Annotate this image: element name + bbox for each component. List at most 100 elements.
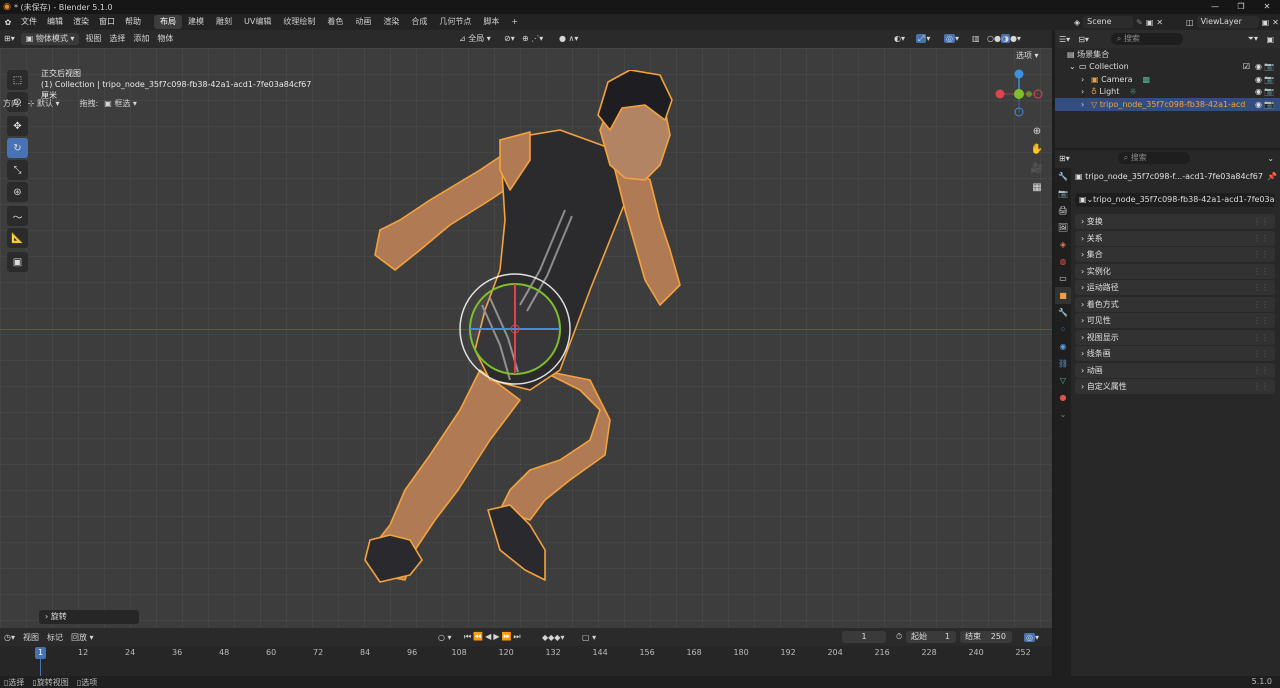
scene-tab-icon[interactable]: ◈ xyxy=(1055,236,1071,253)
navigation-gizmo[interactable] xyxy=(992,68,1048,118)
panel-line-art[interactable]: › 线条画 ⋮⋮ xyxy=(1075,346,1275,361)
timeline-editor-icon[interactable]: ◷▾ xyxy=(0,633,19,642)
tab-scripting[interactable]: 脚本 xyxy=(477,15,505,29)
physics-tab-icon[interactable]: ◉ xyxy=(1055,338,1071,355)
tab-geometry-nodes[interactable]: 几何节点 xyxy=(433,15,477,29)
visibility-icon[interactable]: ◐▾ xyxy=(890,32,909,46)
eye-icon[interactable]: ◉ xyxy=(1255,62,1262,71)
tab-layout[interactable]: 布局 xyxy=(154,15,182,29)
tab-texture-paint[interactable]: 纹理绘制 xyxy=(277,15,321,29)
timeline-menu-marker[interactable]: 标记 xyxy=(43,632,67,643)
panel-viewport-display[interactable]: › 视图显示 ⋮⋮ xyxy=(1075,329,1275,345)
object-tab-icon[interactable]: ■ xyxy=(1055,287,1071,304)
preview-range-icon[interactable]: ⏱ xyxy=(892,632,906,642)
expand-icon[interactable]: › xyxy=(1081,100,1091,109)
render-camera-icon[interactable]: 📷 xyxy=(1264,100,1274,109)
outliner-row-camera[interactable]: › ▣ Camera ▩ ◉ 📷 xyxy=(1055,73,1280,86)
blender-menu-icon[interactable]: ✿ xyxy=(0,18,16,27)
collection-checkbox[interactable]: ☑ xyxy=(1243,62,1250,71)
eye-icon[interactable]: ◉ xyxy=(1255,87,1262,96)
drag-handle-icon[interactable]: ⋮⋮ xyxy=(1253,313,1269,328)
drag-handle-icon[interactable]: ⋮⋮ xyxy=(1253,214,1269,229)
outliner-row-mesh[interactable]: › ▽ tripo_node_35f7c098-fb38-42a1-acd ◉ 📷 xyxy=(1055,98,1280,111)
proportional-edit-icon[interactable]: ● ∧▾ xyxy=(555,32,582,46)
keying-set-icon[interactable]: ▢ ▾ xyxy=(578,633,600,642)
tab-modeling[interactable]: 建模 xyxy=(182,15,210,29)
outliner-editor-icon[interactable]: ☰▾ xyxy=(1055,35,1074,44)
transform-tool-icon[interactable]: ⊛ xyxy=(7,182,28,202)
tab-sculpting[interactable]: 雕刻 xyxy=(210,15,238,29)
properties-editor-icon[interactable]: ⊞▾ xyxy=(1055,154,1074,163)
autokey-icon[interactable]: ○ ▾ xyxy=(434,633,456,642)
outliner-row-light[interactable]: › ♁ Light ☼ ◉ 📷 xyxy=(1055,86,1280,99)
particles-tab-icon[interactable]: ⁘ xyxy=(1055,321,1071,338)
viewlayer-name[interactable]: ViewLayer xyxy=(1196,16,1259,28)
minimize-button[interactable]: — xyxy=(1202,0,1228,14)
add-cube-tool-icon[interactable]: ▣ xyxy=(7,252,28,272)
rotate-gizmo[interactable] xyxy=(455,272,575,392)
shading-modes[interactable]: ○●◑●▾ xyxy=(983,32,1025,46)
render-camera-icon[interactable]: 📷 xyxy=(1264,62,1274,71)
properties-options-icon[interactable]: ⌄ xyxy=(1267,154,1274,163)
annotate-tool-icon[interactable]: 〜 xyxy=(7,206,28,226)
menu-file[interactable]: 文件 xyxy=(16,14,42,30)
menu-view[interactable]: 视图 xyxy=(81,32,105,46)
outliner-scene-collection[interactable]: ▤ 场景集合 xyxy=(1055,48,1280,61)
render-camera-icon[interactable]: 📷 xyxy=(1264,87,1274,96)
panel-collections[interactable]: › 集合 ⋮⋮ xyxy=(1075,247,1275,262)
drag-handle-icon[interactable]: ⋮⋮ xyxy=(1253,264,1269,279)
expand-icon[interactable]: › xyxy=(1081,87,1091,96)
panel-instancing[interactable]: › 实例化 ⋮⋮ xyxy=(1075,263,1275,279)
outliner-row-collection[interactable]: ⌄ ▭ Collection ☑ ◉ 📷 xyxy=(1055,61,1280,74)
last-operator-panel[interactable]: › 旋转 xyxy=(39,610,139,624)
collection-tab-icon[interactable]: ▭ xyxy=(1055,270,1071,287)
pivot-icon[interactable]: ⊘▾ xyxy=(500,32,519,46)
eye-icon[interactable]: ◉ xyxy=(1255,100,1262,109)
drag-handle-icon[interactable]: ⋮⋮ xyxy=(1253,231,1269,246)
3d-viewport[interactable]: 方向: ⊹ 默认 ▾ 拖拽: ▣ 框选 ▾ 选项 ▾ 正交后视图 (1) Col… xyxy=(0,48,1052,628)
menu-select[interactable]: 选择 xyxy=(105,32,129,46)
tab-animation[interactable]: 动画 xyxy=(349,15,377,29)
panel-transform[interactable]: › 变换 ⋮⋮ xyxy=(1075,214,1275,229)
display-mode-icon[interactable]: ⊟▾ xyxy=(1074,35,1093,44)
panel-animation[interactable]: › 动画 ⋮⋮ xyxy=(1075,362,1275,378)
pan-hand-icon[interactable]: ✋ xyxy=(1029,141,1045,157)
camera-view-icon[interactable]: 🎥 xyxy=(1029,160,1045,176)
drag-handle-icon[interactable]: ⋮⋮ xyxy=(1253,297,1269,312)
timeline-menu-view[interactable]: 视图 xyxy=(19,632,43,643)
panel-custom-properties[interactable]: › 自定义属性 ⋮⋮ xyxy=(1075,379,1275,394)
playback-controls[interactable]: ⏮⏪◀▶⏩⏭ xyxy=(460,632,527,642)
mode-dropdown[interactable]: ▣ 物体模式 ▾ xyxy=(20,33,80,45)
menu-object[interactable]: 物体 xyxy=(153,32,177,46)
expand-icon[interactable]: › xyxy=(1081,75,1091,84)
perspective-grid-icon[interactable]: ▦ xyxy=(1029,179,1045,195)
camera-data-icon[interactable]: ▩ xyxy=(1143,75,1151,84)
pin-icon[interactable]: 📌 xyxy=(1267,172,1277,181)
view-layer-tab-icon[interactable]: 🖼 xyxy=(1055,219,1071,236)
current-frame-field[interactable]: 1 xyxy=(842,631,886,643)
viewlayer-selector[interactable]: ◫ ViewLayer ▣ ✕ xyxy=(1186,15,1279,29)
light-data-icon[interactable]: ☼ xyxy=(1129,87,1136,96)
maximize-button[interactable]: ❐ xyxy=(1228,0,1254,14)
menu-window[interactable]: 窗口 xyxy=(94,14,120,30)
options-dropdown[interactable]: 选项 ▾ xyxy=(1016,50,1039,61)
new-collection-icon[interactable]: ▣ xyxy=(1266,35,1274,44)
panel-relations[interactable]: › 关系 ⋮⋮ xyxy=(1075,230,1275,246)
keyframe-nav-icon[interactable]: ◆◆◆▾ xyxy=(538,633,568,642)
drag-handle-icon[interactable]: ⋮⋮ xyxy=(1253,363,1269,378)
constraints-tab-icon[interactable]: ⛓ xyxy=(1055,355,1071,372)
rotate-tool-icon[interactable]: ↻ xyxy=(7,138,28,158)
drag-dropdown[interactable]: ▣ 框选 ▾ xyxy=(101,98,140,109)
pin-icon[interactable]: ✎ xyxy=(1136,18,1143,27)
eye-icon[interactable]: ◉ xyxy=(1255,75,1262,84)
scene-selector[interactable]: ◈ Scene ✎ ▣ ✕ xyxy=(1074,15,1163,29)
menu-edit[interactable]: 编辑 xyxy=(42,14,68,30)
panel-visibility[interactable]: › 可见性 ⋮⋮ xyxy=(1075,313,1275,328)
select-box-tool-icon[interactable]: ⬚ xyxy=(7,70,28,90)
menu-help[interactable]: 帮助 xyxy=(120,14,146,30)
overlay-toggle-icon[interactable]: ◎ ▾ xyxy=(940,32,963,46)
editor-type-icon[interactable]: ⊞▾ xyxy=(0,32,19,46)
tab-compositing[interactable]: 合成 xyxy=(405,15,433,29)
timeline-menu-playback[interactable]: 回放 ▾ xyxy=(67,632,98,643)
zoom-icon[interactable]: ⊕ xyxy=(1029,123,1045,139)
